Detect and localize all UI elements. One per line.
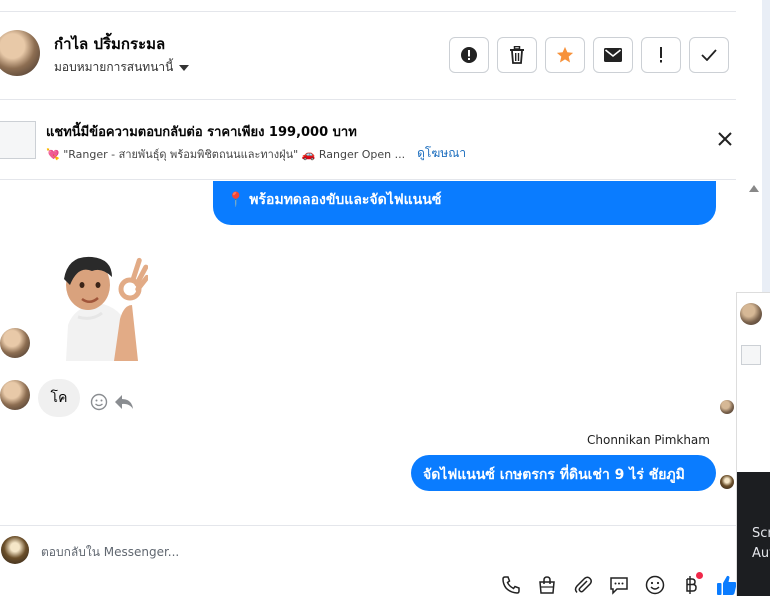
conversation-header: กำไล ปริ้มกระมล มอบหมายการสนทนานี้ [0, 12, 736, 100]
assign-conversation-dropdown[interactable]: มอบหมายการสนทนานี้ [54, 58, 190, 77]
attach-button[interactable] [570, 573, 596, 596]
trash-icon [510, 46, 524, 64]
close-ad-banner-button[interactable] [714, 128, 736, 150]
reply-composer: ตอบกลับใน Messenger... [0, 525, 737, 596]
thumbs-up-icon [717, 575, 737, 595]
notification-line-1: Scr [752, 526, 770, 541]
mark-important-button[interactable] [641, 37, 681, 73]
shop-button[interactable] [534, 573, 560, 596]
chat-bubble-icon [610, 577, 628, 595]
side-avatar [740, 303, 762, 325]
close-icon [718, 132, 732, 146]
notification-dot [696, 572, 703, 579]
messenger-inbox: กำไล ปริ้มกระมล มอบหมายการสนทนานี้ แชทนี… [0, 0, 770, 596]
alert-circle-icon [461, 47, 477, 63]
call-button[interactable] [498, 573, 524, 596]
outgoing-message[interactable]: 📍 พร้อมทดลองขับและจัดไฟแนนซ์ [213, 181, 716, 225]
scroll-up-arrow-icon[interactable] [749, 185, 759, 192]
view-ad-link[interactable]: ดูโฆษณา [417, 144, 466, 163]
ad-subtitle-row: 💘 "Ranger - สายพันธุ์ดุ พร้อมพิชิตถนนและ… [46, 144, 466, 163]
smiley-icon [645, 575, 665, 595]
star-icon [556, 46, 574, 63]
ok-gesture-sticker[interactable] [52, 255, 148, 361]
ad-context-banner: แชทนี้มีข้อความตอบกลับต่อ ราคาเพียง 199,… [0, 100, 736, 180]
mail-icon [604, 48, 622, 62]
contact-avatar-small[interactable] [0, 328, 30, 358]
side-notification[interactable]: Scr Aut [737, 472, 770, 596]
message-text: 📍 พร้อมทดลองขับและจัดไฟแนนซ์ [227, 192, 442, 208]
payment-button[interactable] [678, 572, 704, 596]
shopping-bag-icon [539, 576, 555, 594]
seen-indicator-avatar [720, 400, 734, 414]
contact-avatar[interactable] [0, 30, 40, 76]
side-conversation-card[interactable] [737, 292, 770, 472]
reply-input[interactable]: ตอบกลับใน Messenger... [41, 543, 179, 562]
side-thumbnail [741, 345, 761, 365]
saved-replies-button[interactable] [606, 573, 632, 596]
message-text: จัดไฟแนนซ์ เกษตรกร ที่ดินเช่า 9 ไร่ ชัยภ… [423, 467, 685, 483]
mark-unread-button[interactable] [593, 37, 633, 73]
star-button[interactable] [545, 37, 585, 73]
baht-icon [686, 576, 697, 594]
page-avatar [1, 536, 29, 564]
incoming-message[interactable]: โค [38, 379, 80, 417]
exclamation-icon [660, 47, 662, 63]
paperclip-icon [574, 576, 592, 594]
message-hover-actions [90, 393, 134, 411]
assign-label: มอบหมายการสนทนานี้ [54, 60, 174, 74]
side-panel: Scr Aut [736, 292, 770, 596]
top-strip [0, 0, 736, 12]
emoji-react-icon[interactable] [90, 393, 108, 411]
reply-icon[interactable] [114, 393, 134, 411]
mark-spam-button[interactable] [449, 37, 489, 73]
outgoing-message[interactable]: จัดไฟแนนซ์ เกษตรกร ที่ดินเช่า 9 ไร่ ชัยภ… [411, 455, 716, 491]
caret-down-icon [179, 64, 190, 71]
sender-name: Chonnikan Pimkham [587, 433, 710, 447]
message-text: โค [50, 390, 68, 406]
delete-button[interactable] [497, 37, 537, 73]
mark-done-button[interactable] [689, 37, 729, 73]
message-thread[interactable]: 📍 พร้อมทดลองขับและจัดไฟแนนซ์ โค Chonnika… [0, 181, 746, 525]
conversation-actions [449, 37, 729, 73]
composer-toolbar [498, 572, 740, 596]
ad-title: แชทนี้มีข้อความตอบกลับต่อ ราคาเพียง 199,… [46, 125, 357, 140]
ad-thumbnail [0, 121, 36, 159]
page-avatar-small [720, 475, 734, 489]
emoji-button[interactable] [642, 573, 668, 596]
contact-avatar-small[interactable] [0, 380, 30, 410]
ad-subtitle: 💘 "Ranger - สายพันธุ์ดุ พร้อมพิชิตถนนและ… [46, 147, 406, 161]
notification-line-2: Aut [752, 546, 770, 561]
phone-icon [502, 576, 520, 594]
check-icon [701, 49, 717, 61]
contact-name[interactable]: กำไล ปริ้มกระมล [54, 32, 165, 56]
right-edge-strip [762, 0, 770, 292]
